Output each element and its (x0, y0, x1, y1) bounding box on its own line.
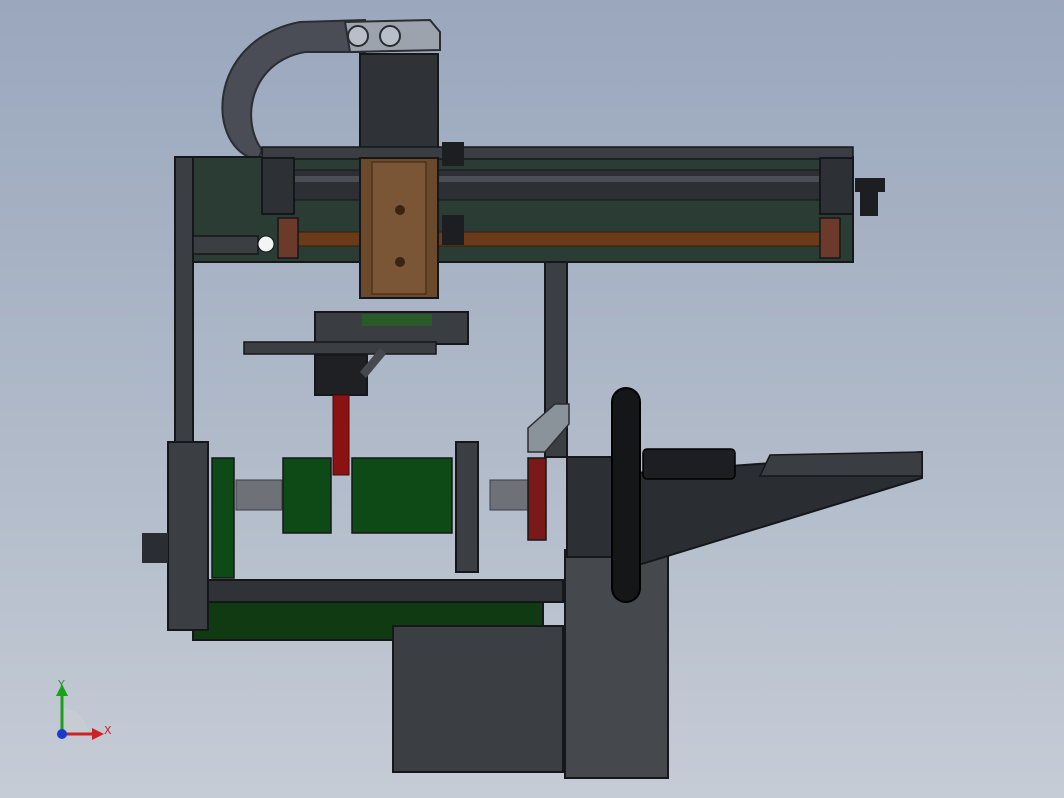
bottom-motor (392, 625, 564, 773)
side-plate-mid (455, 441, 479, 573)
spring-right (489, 479, 529, 511)
air-fitting-2 (442, 215, 464, 245)
end-block-right (819, 157, 854, 215)
left-bracket (192, 235, 259, 255)
cross-arm (243, 341, 437, 355)
indicator-light (257, 235, 275, 253)
upper-rail-top (261, 146, 854, 160)
carriage-screw-2 (395, 257, 405, 267)
brown-block-left (277, 217, 299, 259)
x-axis-arrow (92, 728, 104, 740)
z-axis-dot (57, 729, 67, 739)
red-slider (527, 457, 547, 541)
handwheel-rim (611, 387, 641, 603)
cable-carrier (221, 18, 366, 162)
axis-y-label: Y (58, 678, 65, 691)
vertical-motor (359, 53, 439, 159)
side-block-left (142, 533, 168, 563)
fitting-right-2 (860, 192, 878, 216)
assembly-model[interactable] (0, 0, 1064, 798)
green-roller-2 (282, 457, 332, 534)
axis-x-label: X (104, 724, 112, 737)
carriage-screw-1 (395, 205, 405, 215)
clamp-block (314, 354, 368, 396)
bracket-hole-left (347, 25, 369, 47)
bracket-hole-right (379, 25, 401, 47)
coordinate-triad: Y X (40, 672, 130, 752)
brown-block-right (819, 217, 841, 259)
triad-arc (62, 708, 88, 734)
lower-beam (192, 579, 564, 603)
chute-lip (758, 451, 923, 477)
triad-graphic (56, 684, 104, 740)
end-block-left (261, 157, 295, 215)
spring-left (235, 479, 283, 511)
air-fitting-1 (442, 142, 464, 166)
side-plate-left (167, 441, 209, 631)
handwheel-handle (642, 448, 736, 480)
green-roller-1 (211, 457, 235, 579)
red-rod (332, 394, 350, 476)
green-roller-3 (351, 457, 453, 534)
cad-viewport[interactable]: Y X (0, 0, 1064, 798)
z-green-block (362, 314, 432, 326)
carriage-inner (371, 161, 427, 295)
fitting-right (855, 178, 885, 192)
